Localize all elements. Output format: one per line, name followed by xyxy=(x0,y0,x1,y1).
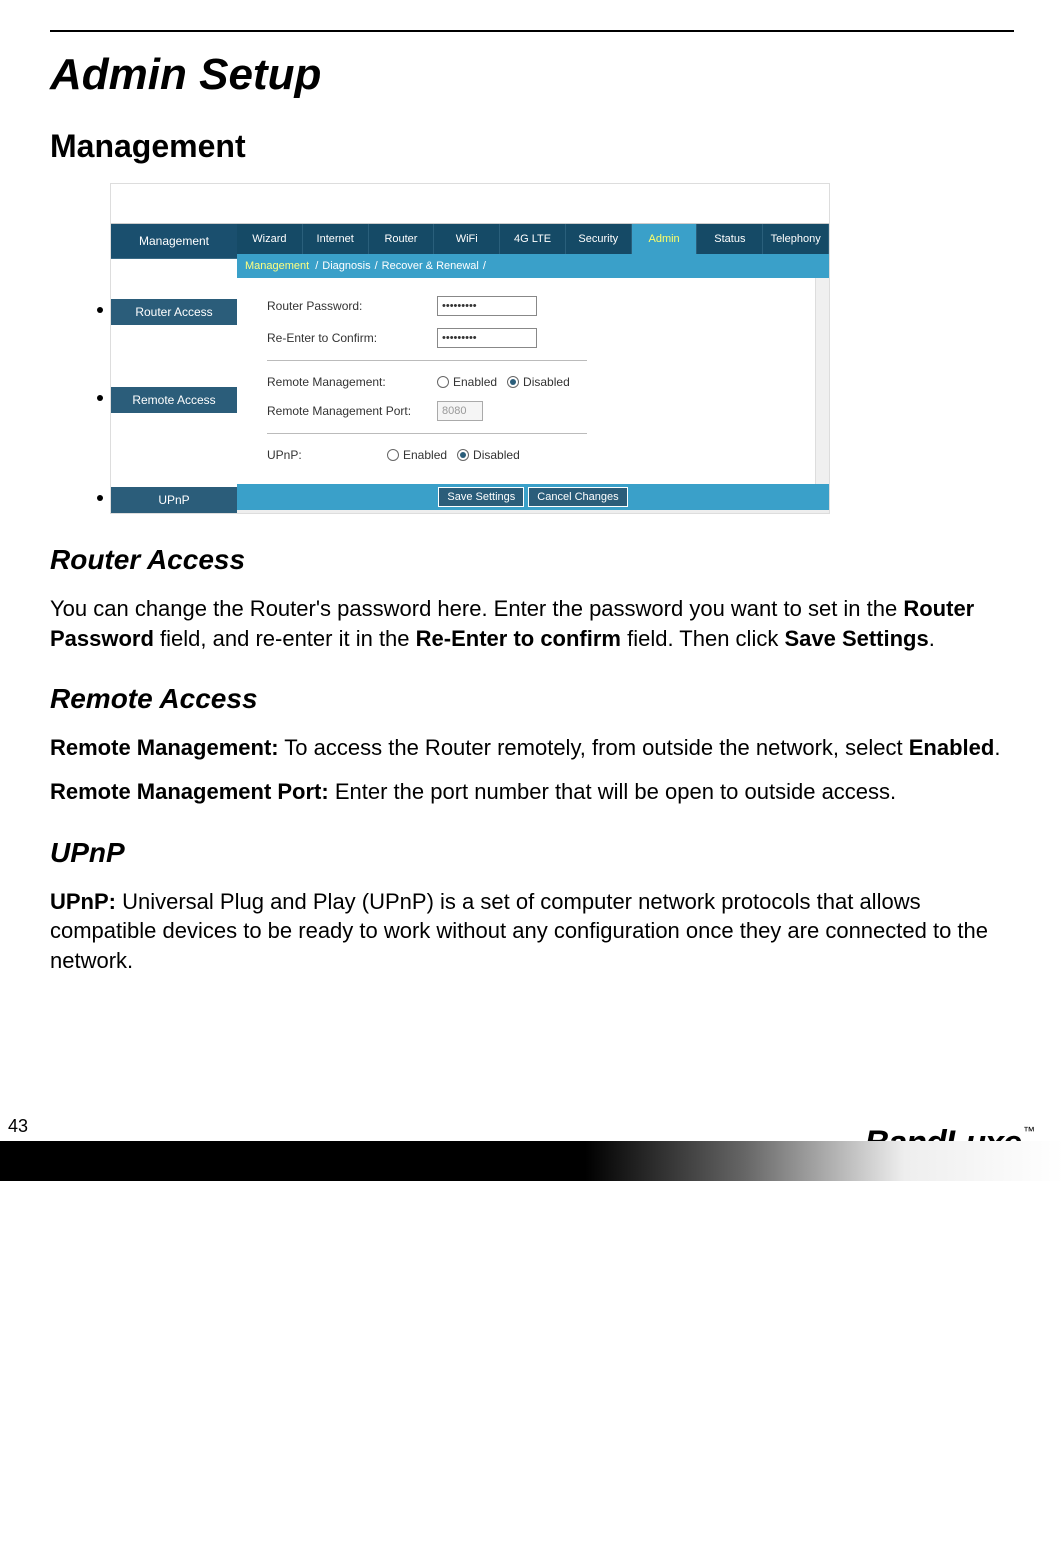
sidebar-management[interactable]: Management xyxy=(111,224,237,259)
radio-upnp-disabled[interactable]: Disabled xyxy=(457,448,520,462)
router-ui-footbar: Save Settings Cancel Changes xyxy=(237,484,829,510)
radio-remote-disabled[interactable]: Disabled xyxy=(507,375,570,389)
label-upnp: UPnP: xyxy=(267,448,387,462)
router-ui-subtabs: Management / Diagnosis / Recover & Renew… xyxy=(237,254,829,278)
para-remote-management: Remote Management: To access the Router … xyxy=(50,733,1014,763)
input-router-password[interactable]: ••••••••• xyxy=(437,296,537,316)
para-router-access: You can change the Router's password her… xyxy=(50,594,1014,653)
para-remote-port: Remote Management Port: Enter the port n… xyxy=(50,777,1014,807)
tab-telephony[interactable]: Telephony xyxy=(763,224,829,254)
sidebar-upnp[interactable]: UPnP xyxy=(111,487,237,513)
router-ui-tabs: Wizard Internet Router WiFi 4G LTE Secur… xyxy=(237,224,829,254)
label-remote-port: Remote Management Port: xyxy=(267,404,437,418)
section-management: Management xyxy=(50,128,1014,165)
input-remote-port[interactable]: 8080 xyxy=(437,401,483,421)
router-ui-sidebar: Management Router Access Remote Access U… xyxy=(111,224,237,513)
input-confirm[interactable]: ••••••••• xyxy=(437,328,537,348)
router-ui-topbar xyxy=(111,184,829,224)
tab-admin[interactable]: Admin xyxy=(632,224,698,254)
save-settings-button[interactable]: Save Settings xyxy=(438,487,524,507)
tab-internet[interactable]: Internet xyxy=(303,224,369,254)
tab-4glte[interactable]: 4G LTE xyxy=(500,224,566,254)
subtab-recover[interactable]: Recover & Renewal xyxy=(382,260,479,272)
tab-wifi[interactable]: WiFi xyxy=(434,224,500,254)
cancel-changes-button[interactable]: Cancel Changes xyxy=(528,487,627,507)
radio-upnp-enabled[interactable]: Enabled xyxy=(387,448,447,462)
sidebar-router-access[interactable]: Router Access xyxy=(111,299,237,325)
tab-router[interactable]: Router xyxy=(369,224,435,254)
subtab-management[interactable]: Management xyxy=(245,260,309,272)
page-top-rule xyxy=(50,30,1014,32)
section-upnp: UPnP xyxy=(50,837,1014,869)
para-upnp: UPnP: Universal Plug and Play (UPnP) is … xyxy=(50,887,1014,976)
label-confirm: Re-Enter to Confirm: xyxy=(267,331,437,345)
section-router-access: Router Access xyxy=(50,544,1014,576)
router-ui-content: Router Password: ••••••••• Re-Enter to C… xyxy=(237,278,829,484)
page-title: Admin Setup xyxy=(50,50,1014,100)
label-remote-mgmt: Remote Management: xyxy=(267,375,437,389)
router-ui-screenshot: Management Router Access Remote Access U… xyxy=(110,183,830,514)
tab-wizard[interactable]: Wizard xyxy=(237,224,303,254)
scrollbar[interactable] xyxy=(815,278,829,484)
sidebar-remote-access[interactable]: Remote Access xyxy=(111,387,237,413)
tab-status[interactable]: Status xyxy=(697,224,763,254)
radio-remote-enabled[interactable]: Enabled xyxy=(437,375,497,389)
subtab-diagnosis[interactable]: Diagnosis xyxy=(322,260,370,272)
label-router-password: Router Password: xyxy=(267,299,437,313)
tab-security[interactable]: Security xyxy=(566,224,632,254)
brand-bar xyxy=(0,1141,1064,1181)
section-remote-access: Remote Access xyxy=(50,683,1014,715)
